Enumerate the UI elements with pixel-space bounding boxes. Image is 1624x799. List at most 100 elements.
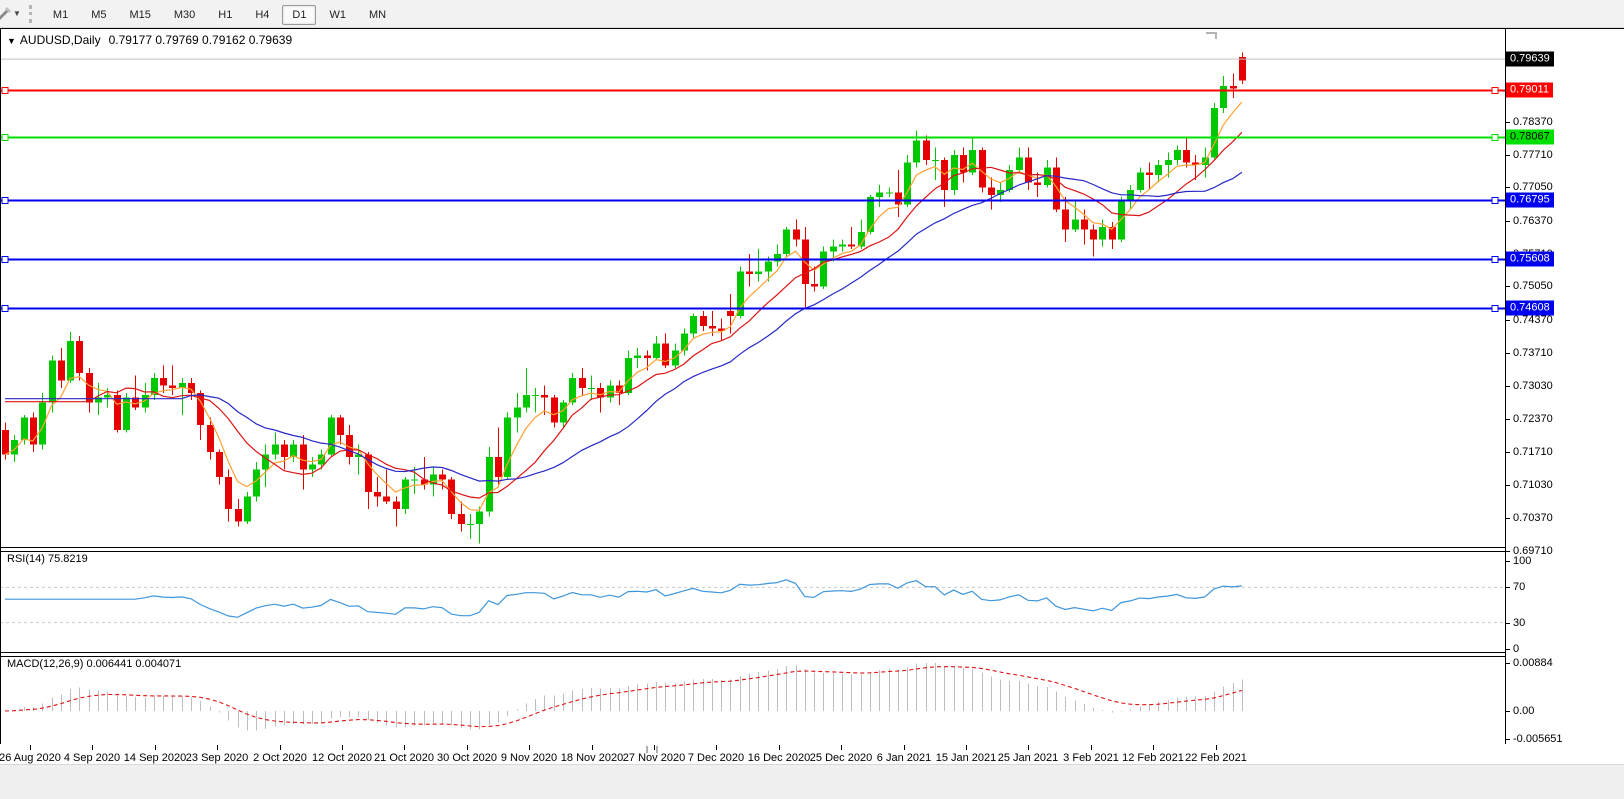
rsi-tick-label: 30 bbox=[1513, 617, 1525, 629]
object-anchor-marker bbox=[1206, 32, 1217, 39]
date-tick-mark bbox=[1153, 745, 1154, 750]
date-label: 2 Oct 2020 bbox=[253, 752, 307, 764]
price-tick-mark bbox=[1505, 518, 1510, 519]
macd-tick-mark bbox=[1505, 739, 1510, 740]
main-price-chart[interactable] bbox=[0, 29, 1505, 547]
macd-tick-label: -0.005651 bbox=[1513, 733, 1563, 745]
current-price-badge[interactable]: 0.79639 bbox=[1506, 52, 1554, 67]
timeframe-button-H4[interactable]: H4 bbox=[245, 5, 279, 25]
timeframe-button-M1[interactable]: M1 bbox=[43, 5, 78, 25]
date-tick-mark bbox=[280, 745, 281, 750]
price-level-badge[interactable]: 0.79011 bbox=[1506, 83, 1553, 98]
price-tick-label: 0.73030 bbox=[1513, 380, 1553, 392]
price-tick-label: 0.70370 bbox=[1513, 512, 1553, 524]
price-level-badge[interactable]: 0.74608 bbox=[1506, 301, 1554, 316]
tool-dropdown-caret[interactable]: ▼ bbox=[13, 9, 21, 18]
price-tick-mark bbox=[1505, 353, 1510, 354]
price-tick-mark bbox=[1505, 320, 1510, 321]
chart-window[interactable]: ▼AUDUSD,Daily0.79177 0.79769 0.79162 0.7… bbox=[0, 28, 1624, 745]
hline-endpoint-marker bbox=[1492, 306, 1498, 312]
hline-endpoint-marker bbox=[1492, 135, 1498, 141]
timeframe-button-M5[interactable]: M5 bbox=[81, 5, 116, 25]
date-label: 12 Oct 2020 bbox=[312, 752, 372, 764]
timeframe-buttons: M1M5M15M30H1H4D1W1MN bbox=[43, 5, 399, 23]
rsi-tick-mark bbox=[1505, 623, 1510, 624]
date-label: 18 Nov 2020 bbox=[561, 752, 623, 764]
macd-tick-label: 0.00884 bbox=[1513, 657, 1553, 669]
macd-tick-label: 0.00 bbox=[1513, 705, 1534, 717]
date-tick-mark bbox=[467, 745, 468, 750]
rsi-tick-mark bbox=[1505, 561, 1510, 562]
date-label: 14 Sep 2020 bbox=[124, 752, 186, 764]
macd-indicator-panel[interactable] bbox=[0, 655, 1505, 744]
macd-label: MACD(12,26,9) 0.006441 0.004071 bbox=[7, 658, 181, 670]
price-tick-label: 0.71030 bbox=[1513, 479, 1553, 491]
date-tick-mark bbox=[654, 745, 655, 750]
hline-endpoint-marker bbox=[2, 257, 8, 263]
date-tick-mark bbox=[904, 745, 905, 750]
date-tick-mark bbox=[342, 745, 343, 750]
date-label: 16 Dec 2020 bbox=[748, 752, 810, 764]
cursor-tool-icon[interactable] bbox=[0, 6, 12, 22]
rsi-tick-mark bbox=[1505, 587, 1510, 588]
timeframe-button-MN[interactable]: MN bbox=[359, 5, 396, 25]
price-tick-mark bbox=[1505, 155, 1510, 156]
date-tick-mark bbox=[30, 745, 31, 750]
date-label: 30 Oct 2020 bbox=[437, 752, 497, 764]
mt4-window: ▼ M1M5M15M30H1H4D1W1MN ▼AUDUSD,Daily0.79… bbox=[0, 0, 1624, 799]
rsi-line bbox=[5, 580, 1242, 618]
chart-left-border bbox=[0, 29, 1, 744]
price-level-badge[interactable]: 0.76795 bbox=[1506, 192, 1554, 207]
rsi-indicator-panel[interactable] bbox=[0, 550, 1505, 652]
date-label: 6 Jan 2021 bbox=[877, 752, 931, 764]
date-label: 12 Feb 2021 bbox=[1122, 752, 1184, 764]
hline-endpoint-marker bbox=[2, 198, 8, 204]
date-tick-mark bbox=[716, 745, 717, 750]
date-label: 3 Feb 2021 bbox=[1063, 752, 1119, 764]
hline-endpoint-marker bbox=[1492, 257, 1498, 263]
date-tick-mark bbox=[1091, 745, 1092, 750]
timeframe-button-D1[interactable]: D1 bbox=[282, 5, 316, 25]
date-label: 9 Nov 2020 bbox=[501, 752, 557, 764]
horizontal-lines-layer[interactable] bbox=[0, 88, 1505, 312]
date-tick-mark bbox=[1216, 745, 1217, 750]
hline-endpoint-marker bbox=[1492, 198, 1498, 204]
price-tick-label: 0.78370 bbox=[1513, 116, 1553, 128]
date-tick-mark bbox=[217, 745, 218, 750]
price-tick-mark bbox=[1505, 551, 1510, 552]
timeframe-button-W1[interactable]: W1 bbox=[319, 5, 356, 25]
toolbar-grip-handle[interactable] bbox=[29, 5, 35, 23]
macd-tick-mark bbox=[1505, 663, 1510, 664]
price-tick-label: 0.71710 bbox=[1513, 446, 1553, 458]
candles-layer bbox=[2, 53, 1246, 544]
ma-line-20 bbox=[5, 172, 1242, 481]
date-tick-mark bbox=[1028, 745, 1029, 750]
date-tick-mark bbox=[592, 745, 593, 750]
date-label: 4 Sep 2020 bbox=[64, 752, 120, 764]
price-level-badge[interactable]: 0.78067 bbox=[1506, 129, 1554, 144]
timeframe-button-M30[interactable]: M30 bbox=[164, 5, 205, 25]
price-tick-label: 0.74370 bbox=[1513, 314, 1553, 326]
hline-endpoint-marker bbox=[1492, 88, 1498, 94]
timeframe-button-H1[interactable]: H1 bbox=[208, 5, 242, 25]
rsi-tick-label: 100 bbox=[1513, 555, 1531, 567]
price-tick-mark bbox=[1505, 221, 1510, 222]
price-level-badge[interactable]: 0.75608 bbox=[1506, 251, 1554, 266]
rsi-label: RSI(14) 75.8219 bbox=[7, 553, 88, 565]
date-label: 15 Jan 2021 bbox=[936, 752, 997, 764]
price-tick-label: 0.77710 bbox=[1513, 149, 1553, 161]
price-tick-label: 0.76370 bbox=[1513, 215, 1553, 227]
price-tick-mark bbox=[1505, 485, 1510, 486]
timeframe-button-M15[interactable]: M15 bbox=[119, 5, 160, 25]
rsi-tick-label: 70 bbox=[1513, 581, 1525, 593]
price-tick-mark bbox=[1505, 286, 1510, 287]
price-tick-label: 0.75050 bbox=[1513, 280, 1553, 292]
date-tick-mark bbox=[841, 745, 842, 750]
date-label: 26 Aug 2020 bbox=[0, 752, 61, 764]
macd-tick-mark bbox=[1505, 711, 1510, 712]
hline-endpoint-marker bbox=[2, 135, 8, 141]
date-label: 27 Nov 2020 bbox=[623, 752, 685, 764]
price-tick-mark bbox=[1505, 419, 1510, 420]
date-tick-mark bbox=[966, 745, 967, 750]
price-tick-label: 0.72370 bbox=[1513, 413, 1553, 425]
